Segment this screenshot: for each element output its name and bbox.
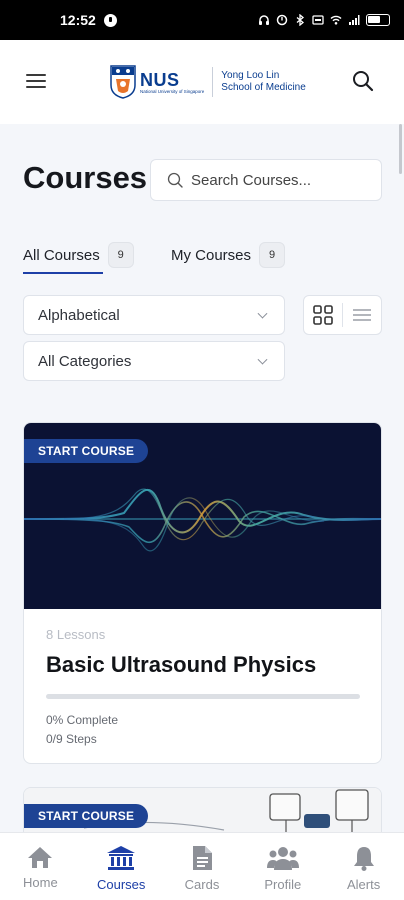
school-line-2: School of Medicine bbox=[221, 82, 306, 93]
nav-home[interactable]: Home bbox=[0, 833, 81, 900]
wifi-icon bbox=[330, 15, 342, 25]
progress-text: 0% Complete bbox=[46, 713, 119, 727]
menu-icon[interactable] bbox=[26, 74, 46, 88]
nav-cards[interactable]: Cards bbox=[162, 833, 243, 900]
course-card-body: 8 Lessons Basic Ultrasound Physics 0% Co… bbox=[46, 627, 360, 746]
start-course-badge: START COURSE bbox=[24, 804, 149, 828]
nav-label: Home bbox=[23, 875, 58, 890]
notification-dot-icon bbox=[103, 13, 117, 27]
logo-org: NUS bbox=[140, 69, 180, 90]
sort-order-select[interactable]: Alphabetical bbox=[23, 295, 285, 335]
nav-label: Alerts bbox=[346, 877, 381, 892]
course-title: Basic Ultrasound Physics bbox=[46, 652, 317, 677]
logo-org-full: National University of Singapore bbox=[140, 88, 205, 94]
bottom-nav: Home Courses Cards Profile Alerts bbox=[0, 832, 404, 900]
tab-count-badge: 9 bbox=[107, 242, 134, 268]
grid-icon bbox=[313, 305, 333, 325]
nus-logo[interactable]: NUS National University of Singapore Yon… bbox=[110, 64, 306, 100]
nav-courses[interactable]: Courses bbox=[81, 833, 162, 900]
category-select[interactable]: All Categories bbox=[23, 341, 285, 381]
list-icon bbox=[352, 309, 371, 321]
search-input-icon bbox=[167, 172, 183, 188]
status-time: 12:52 bbox=[60, 12, 96, 28]
nav-label: Cards bbox=[184, 877, 220, 892]
sort-order-value: Alphabetical bbox=[38, 306, 120, 324]
tab-label: All Courses bbox=[23, 246, 100, 264]
logo-divider bbox=[212, 67, 214, 97]
course-card[interactable]: START COURSE 8 Lessons Basic Ultrasound … bbox=[23, 422, 382, 764]
app-header: NUS National University of Singapore Yon… bbox=[0, 40, 404, 124]
grid-view-button[interactable] bbox=[304, 296, 342, 334]
tab-all-courses[interactable]: All Courses 9 bbox=[23, 236, 137, 274]
status-bar: 12:52 bbox=[0, 0, 404, 40]
chevron-down-icon bbox=[257, 354, 268, 365]
view-toggle bbox=[303, 295, 382, 335]
chevron-down-icon bbox=[257, 308, 268, 319]
profile-icon bbox=[266, 847, 299, 870]
progress-bar bbox=[46, 694, 360, 699]
list-view-button[interactable] bbox=[343, 296, 381, 334]
bell-icon bbox=[353, 847, 374, 871]
signal-icon bbox=[349, 15, 360, 25]
status-icons bbox=[258, 14, 390, 26]
battery-icon bbox=[366, 14, 390, 26]
headphones-icon bbox=[259, 15, 269, 25]
lesson-count: 8 Lessons bbox=[46, 627, 106, 642]
nav-alerts[interactable]: Alerts bbox=[323, 833, 404, 900]
start-course-badge: START COURSE bbox=[24, 439, 149, 463]
course-search-field[interactable] bbox=[150, 159, 382, 201]
search-icon[interactable] bbox=[352, 70, 374, 92]
tab-label: My Courses bbox=[171, 246, 252, 264]
steps-text: 0/9 Steps bbox=[46, 732, 97, 746]
school-line-1: Yong Loo Lin bbox=[221, 70, 280, 81]
page-title: Courses bbox=[23, 160, 148, 195]
data-icon bbox=[312, 15, 324, 25]
nav-label: Courses bbox=[96, 877, 146, 892]
bluetooth-icon bbox=[296, 14, 305, 26]
tab-my-courses[interactable]: My Courses 9 bbox=[171, 236, 301, 274]
category-value: All Categories bbox=[38, 352, 132, 370]
course-thumbnail: START COURSE bbox=[24, 423, 381, 609]
nav-profile[interactable]: Profile bbox=[242, 833, 323, 900]
alarm-icon bbox=[276, 14, 288, 26]
courses-icon bbox=[107, 846, 136, 870]
course-tabs: All Courses 9 My Courses 9 bbox=[23, 236, 383, 276]
scrollbar-thumb[interactable] bbox=[399, 124, 402, 174]
school-name: Yong Loo Lin School of Medicine bbox=[221, 70, 306, 94]
tab-count-badge: 9 bbox=[259, 242, 286, 268]
home-icon bbox=[28, 847, 53, 868]
active-tab-indicator bbox=[23, 272, 103, 274]
cards-icon bbox=[192, 846, 212, 870]
search-input[interactable] bbox=[191, 171, 371, 189]
nav-label: Profile bbox=[264, 877, 302, 892]
nus-crest-icon bbox=[110, 65, 136, 99]
